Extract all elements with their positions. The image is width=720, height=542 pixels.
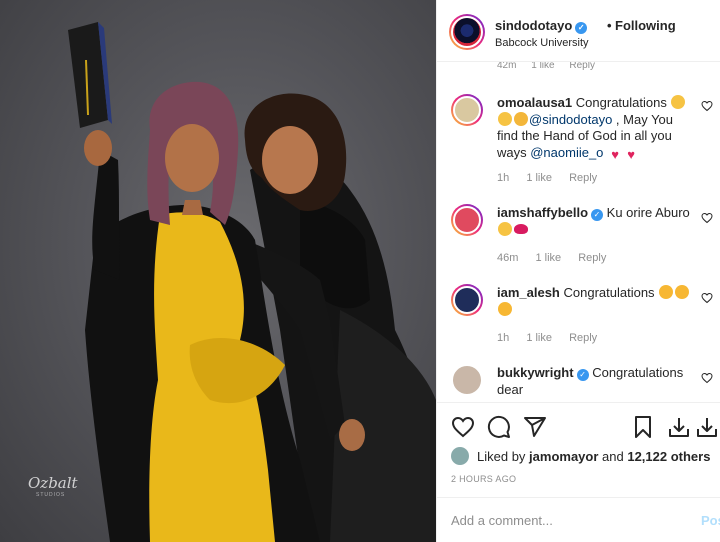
commenter-avatar[interactable]	[451, 94, 483, 126]
author-avatar[interactable]	[449, 14, 485, 50]
face-blowing-kiss-emoji-icon	[498, 301, 512, 316]
comment-time: 1h	[497, 332, 510, 344]
like-comment-heart-icon[interactable]	[701, 372, 713, 384]
post-comment-button[interactable]: Post	[701, 513, 720, 528]
instagram-post-view: Ozbalt STUDIOS sindodotayo ✓ • Following …	[0, 0, 720, 542]
kiss-mark-emoji-icon	[514, 223, 528, 234]
comment-meta: 1h 1 like Reply	[497, 332, 611, 344]
watermark-text: Ozbalt	[28, 474, 78, 492]
commenter-avatar[interactable]	[451, 204, 483, 236]
author-username-link[interactable]: sindodotayo ✓	[495, 18, 588, 34]
add-comment-input[interactable]	[451, 508, 681, 532]
clapping-hands-emoji-icon	[498, 111, 512, 126]
clapping-hands-emoji-icon	[671, 95, 686, 109]
liker-avatar[interactable]	[451, 447, 469, 465]
photo-illustration	[68, 22, 436, 542]
partial-comment-meta: 42m 1 like Reply	[497, 62, 607, 71]
liked-by-prefix: Liked by	[477, 449, 530, 464]
download-icon[interactable]	[667, 415, 691, 439]
red-heart-emoji-icon: ♥	[611, 146, 619, 162]
red-heart-emoji-icon: ♥	[627, 146, 635, 162]
winking-tongue-emoji-icon	[675, 285, 690, 299]
like-comment-heart-icon[interactable]	[701, 292, 713, 304]
comment-icon[interactable]	[487, 415, 511, 439]
mention-link[interactable]: @sindodotayo	[529, 112, 612, 127]
commenter-avatar[interactable]	[451, 284, 483, 316]
heart-icon[interactable]	[451, 415, 475, 439]
comment-text: bukkywright ✓ Congratulations dear	[497, 365, 697, 398]
following-button[interactable]: Following	[615, 18, 676, 33]
share-icon[interactable]	[523, 415, 547, 439]
comment-body: Ku orire Aburo	[606, 205, 690, 220]
comment-likes[interactable]: 1 like	[535, 252, 561, 264]
comment-text: omoalausa1 Congratulations @sindodotayo …	[497, 95, 697, 162]
author-username[interactable]: sindodotayo	[495, 18, 572, 33]
watermark-subtext: STUDIOS	[36, 492, 66, 498]
bookmark-icon[interactable]	[631, 415, 655, 439]
post-photo[interactable]: Ozbalt STUDIOS	[0, 0, 436, 542]
reply-button[interactable]: Reply	[578, 252, 606, 264]
reply-button[interactable]: Reply	[569, 62, 595, 71]
comment-time: 46m	[497, 252, 519, 264]
comment-time: 1h	[497, 172, 510, 184]
ok-hand-emoji-icon	[514, 111, 528, 126]
comment-likes[interactable]: 1 like	[526, 172, 552, 184]
comment-meta: 1h 1 like Reply	[497, 172, 611, 184]
face-blowing-kiss-emoji-icon	[659, 285, 674, 299]
commenter-username[interactable]: bukkywright	[497, 365, 574, 380]
download-alt-icon[interactable]	[695, 415, 719, 439]
reply-button[interactable]: Reply	[569, 172, 597, 184]
commenter-username[interactable]: omoalausa1	[497, 95, 572, 110]
reply-button[interactable]: Reply	[569, 332, 597, 344]
comment-text: iamshaffybello ✓ Ku orire Aburo	[497, 205, 697, 238]
add-comment-bar: Post	[437, 497, 720, 542]
post-actions: Liked by jamomayor and 12,122 others 2 H…	[437, 402, 720, 512]
commenter-avatar[interactable]	[451, 364, 483, 396]
comment-body: Congratulations	[563, 285, 655, 300]
comment-text: iam_alesh Congratulations	[497, 285, 697, 318]
comments-list[interactable]: 42m 1 like Reply omoalausa1 Congratulati…	[437, 62, 720, 402]
verified-badge-icon: ✓	[591, 209, 604, 221]
comment-likes[interactable]: 1 like	[531, 62, 554, 71]
commenter-username[interactable]: iamshaffybello	[497, 205, 588, 220]
liked-by-text: Liked by jamomayor and 12,122 others	[477, 449, 710, 464]
photographer-watermark: Ozbalt STUDIOS	[28, 474, 78, 502]
comment-likes[interactable]: 1 like	[526, 332, 552, 344]
post-timestamp[interactable]: 2 HOURS AGO	[451, 474, 516, 484]
header-separator: •	[607, 18, 612, 33]
star-struck-emoji-icon	[498, 221, 512, 236]
liked-by-conjunction: and	[598, 449, 628, 464]
liker-username[interactable]: jamomayor	[529, 449, 598, 464]
post-side-panel: sindodotayo ✓ • Following Babcock Univers…	[436, 0, 720, 542]
post-header: sindodotayo ✓ • Following Babcock Univers…	[437, 0, 720, 62]
mention-link[interactable]: @naomiie_o	[530, 145, 603, 160]
like-comment-heart-icon[interactable]	[701, 212, 713, 224]
verified-badge-icon: ✓	[576, 369, 589, 381]
commenter-username[interactable]: iam_alesh	[497, 285, 560, 300]
comment-meta: 46m 1 like Reply	[497, 252, 620, 264]
comment-time: 42m	[497, 62, 517, 71]
like-comment-heart-icon[interactable]	[701, 100, 713, 112]
post-location-link[interactable]: Babcock University	[495, 37, 589, 49]
comment-body: Congratulations	[575, 95, 667, 110]
likes-count[interactable]: 12,122 others	[627, 449, 710, 464]
verified-badge-icon: ✓	[575, 22, 588, 34]
